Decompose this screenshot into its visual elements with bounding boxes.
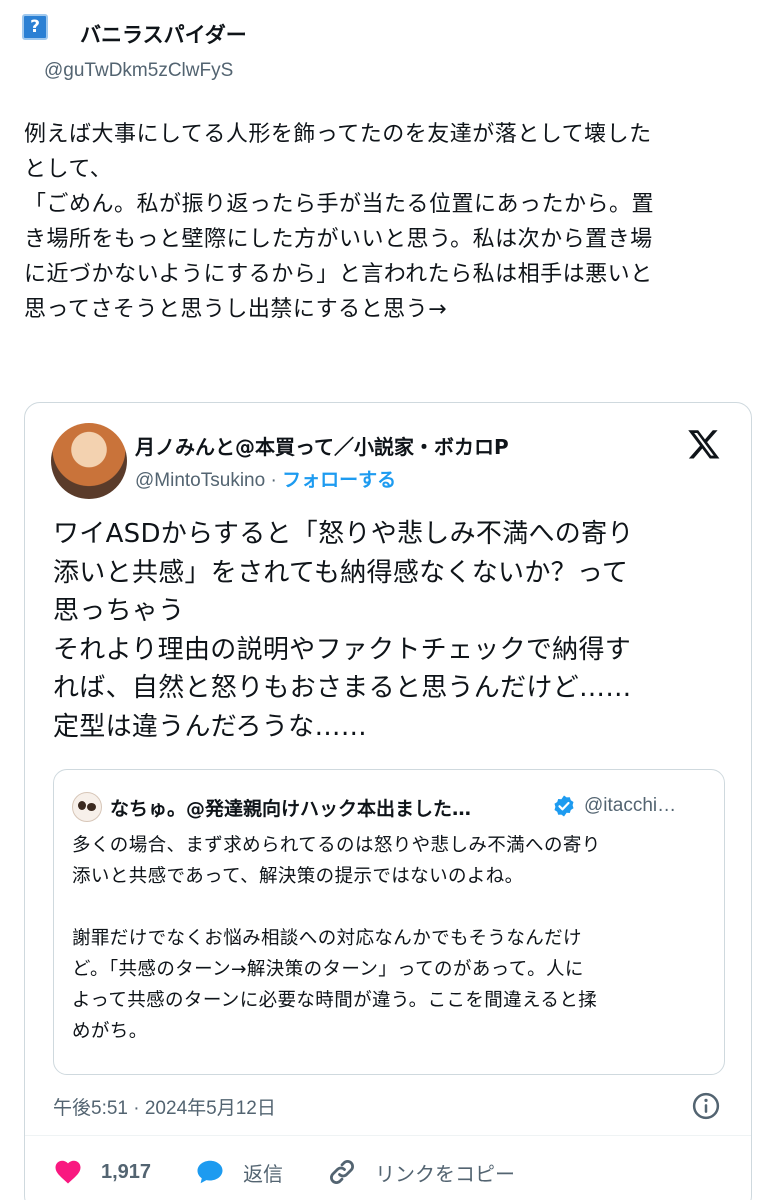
like-button[interactable]: 1,917 [53,1157,151,1187]
info-icon[interactable] [691,1091,721,1121]
author-handle[interactable]: @guTwDkm5zClwFyS [44,60,233,82]
divider [25,1135,751,1136]
follow-button[interactable]: フォローする [282,469,396,491]
separator: · [265,470,283,491]
embedded-tweet[interactable]: 月ノみんと@本買って／小説家・ボカロP @MintoTsukino · フォロー… [24,402,752,1200]
embedded-author-handle[interactable]: @MintoTsukino [135,470,265,491]
avatar[interactable] [72,792,102,822]
reply-button[interactable]: 返信 [195,1157,283,1187]
timestamp[interactable]: 午後5:51 · 2024年5月12日 [53,1093,276,1120]
verified-badge-icon [554,795,574,817]
reply-label: 返信 [243,1161,284,1186]
quoted-author-handle[interactable]: @itacchi… [584,795,676,817]
quoted-tweet[interactable]: なちゅ。@発達親向けハック本出ました… @itacchi… 多くの場合、まず求め… [53,769,725,1075]
embedded-handle-row: @MintoTsukino · フォローする [135,465,396,492]
link-icon [330,1160,355,1184]
reply-bubble-icon [197,1160,223,1184]
embedded-author-name[interactable]: 月ノみんと@本買って／小説家・ボカロP [135,431,509,460]
author-name[interactable]: バニラスパイダー [80,19,247,49]
copy-link-label: リンクをコピー [375,1161,516,1186]
heart-icon [55,1160,81,1184]
tweet-text: 例えば大事にしてる人形を飾ってたのを友達が落として壊した として、 「ごめん。私… [24,122,655,322]
avatar[interactable] [51,423,127,499]
embedded-tweet-text: ワイASDからすると「怒りや悲しみ不満への寄り 添いと共感」をされても納得感なく… [53,519,634,742]
default-avatar-icon[interactable]: ? [22,14,48,40]
quoted-tweet-text: 多くの場合、まず求められてるのは怒りや悲しみ不満への寄り 添いと共感であって、解… [72,835,601,1042]
quoted-author-name[interactable]: なちゅ。@発達親向けハック本出ました… [110,794,471,821]
profile-header: ? [22,14,48,40]
action-bar: 1,917 返信 リンクをコピー [53,1157,559,1187]
copy-link-button[interactable]: リンクをコピー [327,1157,515,1187]
like-count: 1,917 [101,1160,152,1183]
x-logo-icon[interactable] [687,427,721,461]
